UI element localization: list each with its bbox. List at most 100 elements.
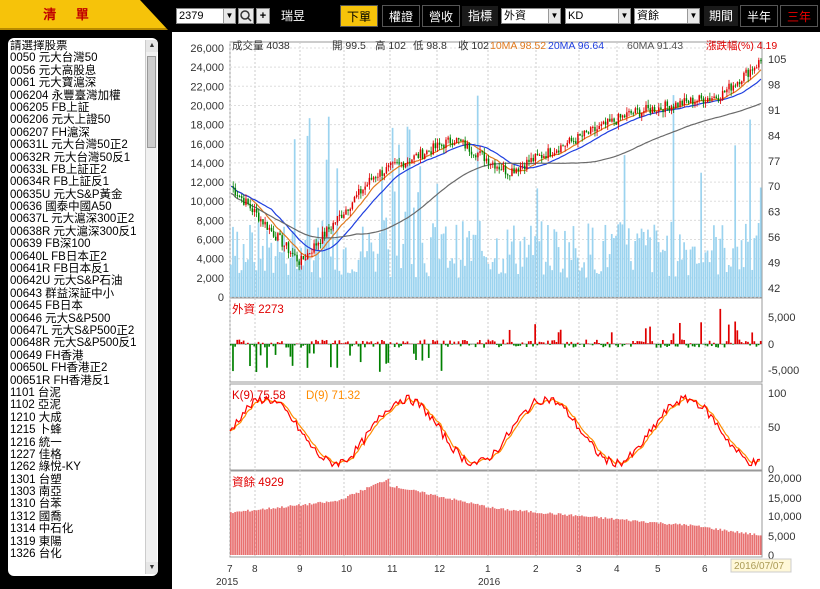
margin-bar xyxy=(547,513,549,555)
margin-bar xyxy=(310,504,313,555)
stock-list-item[interactable]: 00651R FH香港反1 xyxy=(10,375,144,387)
stock-list-item[interactable]: 006207 FH滬深 xyxy=(10,127,144,139)
volume-bar xyxy=(685,249,688,297)
stock-list-item[interactable]: 1312 國喬 xyxy=(10,511,144,523)
chart-area[interactable]: 7 8 9 10 11 12 1 2 3 4 5 6 26,000 24,000 22,000 20,000 1… xyxy=(172,32,820,589)
foreign-bar xyxy=(617,344,619,348)
margin-bar xyxy=(589,516,592,555)
stock-list-item[interactable]: 0061 元大寶滬深 xyxy=(10,77,144,89)
tab-warrant[interactable]: 權證 xyxy=(382,5,420,27)
stock-list-item[interactable]: 00646 元大S&P500 xyxy=(10,313,144,325)
candle-body xyxy=(587,132,590,134)
volume-bar xyxy=(602,240,605,297)
date-box-text: 2016/07/07 xyxy=(734,561,784,572)
period-three-year[interactable]: 三年 xyxy=(780,5,818,27)
year-2016: 2016 xyxy=(478,577,501,588)
foreign-bar xyxy=(519,344,522,346)
stock-list-item[interactable]: 1227 佳格 xyxy=(10,449,144,461)
stock-list-item[interactable]: 00650L FH香港正2 xyxy=(10,362,144,374)
margin-bar xyxy=(383,481,385,555)
candle-body xyxy=(583,130,586,137)
chevron-down-icon[interactable]: ▼ xyxy=(687,9,699,23)
volume-bar xyxy=(468,231,471,297)
margin-bar xyxy=(357,493,360,555)
stock-list-item[interactable]: 00638R 元大滬深300反1 xyxy=(10,226,144,238)
stock-list-item[interactable]: 1215 卜蜂 xyxy=(10,424,144,436)
scroll-down-arrow-icon[interactable]: ▼ xyxy=(146,562,158,574)
stock-list-item[interactable]: 00636 國泰中國A50 xyxy=(10,201,144,213)
add-icon[interactable]: + xyxy=(256,8,270,24)
stock-list-item[interactable]: 0050 元大台灣50 xyxy=(10,52,144,64)
foreign-bar xyxy=(404,342,407,344)
stock-list-item[interactable]: 請選擇股票 xyxy=(10,40,144,52)
stock-list-item[interactable]: 006205 FB上証 xyxy=(10,102,144,114)
volume-bar xyxy=(472,234,475,297)
month-tick-label: 8 xyxy=(252,564,258,575)
period-half-year[interactable]: 半年 xyxy=(740,5,778,27)
stock-list-item[interactable]: 00647L 元大S&P500正2 xyxy=(10,325,144,337)
foreign-bar xyxy=(655,344,658,348)
stock-list-item[interactable]: 00637L 元大滬深300正2 xyxy=(10,213,144,225)
stock-list-item[interactable]: 00635U 元大S&P黃金 xyxy=(10,189,144,201)
foreign-bar xyxy=(385,344,388,364)
watchlist-tab[interactable]: 清 單 xyxy=(0,0,168,30)
stock-list-item[interactable]: 00631L 元大台灣50正2 xyxy=(10,139,144,151)
stock-list-item[interactable]: 00634R FB上証反1 xyxy=(10,176,144,188)
indicator3-select[interactable]: 資餘 ▼ xyxy=(634,8,700,24)
indicator1-select[interactable]: 外資 ▼ xyxy=(501,8,561,24)
indicator2-select[interactable]: KD ▼ xyxy=(565,8,631,24)
scrollbar-thumb[interactable] xyxy=(147,56,156,148)
scroll-up-arrow-icon[interactable]: ▲ xyxy=(146,40,158,52)
volume-bar xyxy=(361,226,364,297)
stock-list-item[interactable]: 1102 亞泥 xyxy=(10,399,144,411)
candle-body xyxy=(741,81,743,85)
stock-list-item[interactable]: 1310 台苯 xyxy=(10,498,144,510)
stock-list-item[interactable]: 00641R FB日本反1 xyxy=(10,263,144,275)
margin-bar xyxy=(708,527,711,555)
stock-list-item[interactable]: 1326 台化 xyxy=(10,548,144,560)
volume-bar xyxy=(589,254,592,297)
candle-body xyxy=(521,165,524,167)
stock-list-item[interactable]: 1101 台泥 xyxy=(10,387,144,399)
foreign-bar xyxy=(434,341,436,344)
stock-list-item[interactable]: 00645 FB日本 xyxy=(10,300,144,312)
tab-revenue[interactable]: 營收 xyxy=(422,5,460,27)
chevron-down-icon[interactable]: ▼ xyxy=(223,9,235,23)
search-icon[interactable] xyxy=(238,8,254,24)
stock-list-item[interactable]: 00640L FB日本正2 xyxy=(10,251,144,263)
stock-list-item[interactable]: 00648R 元大S&P500反1 xyxy=(10,337,144,349)
stock-list-item[interactable]: 1216 統一 xyxy=(10,437,144,449)
candle-body xyxy=(549,148,552,157)
stock-list-item[interactable]: 006204 永豐臺灣加權 xyxy=(10,90,144,102)
tab-corner xyxy=(140,0,168,30)
foreign-bar xyxy=(568,344,571,346)
stock-list-item[interactable]: 1210 大成 xyxy=(10,412,144,424)
stock-list-item[interactable]: 1319 東陽 xyxy=(10,536,144,548)
chevron-down-icon[interactable]: ▼ xyxy=(618,9,630,23)
volume-tick-label: 16,000 xyxy=(190,139,224,151)
foreign-bar xyxy=(419,340,422,344)
stock-list-item[interactable]: 00649 FH香港 xyxy=(10,350,144,362)
candle-body xyxy=(466,143,469,149)
stock-list-item[interactable]: 00633L FB上証正2 xyxy=(10,164,144,176)
margin-bar xyxy=(293,505,296,555)
candle-body xyxy=(687,101,690,103)
stock-list-item[interactable]: 1303 南亞 xyxy=(10,486,144,498)
stock-list-item[interactable]: 006206 元大上證50 xyxy=(10,114,144,126)
stock-list-scrollbar[interactable]: ▲ ▼ xyxy=(145,40,158,574)
stock-list-item[interactable]: 00632R 元大台灣50反1 xyxy=(10,152,144,164)
stock-list-item[interactable]: 1262 綠悅-KY xyxy=(10,461,144,473)
stock-list-item[interactable]: 00639 FB深100 xyxy=(10,238,144,250)
stock-code-combo[interactable]: 2379 ▼ xyxy=(176,8,236,24)
stock-list-item[interactable]: 1314 中石化 xyxy=(10,523,144,535)
margin-bar xyxy=(430,493,432,555)
chevron-down-icon[interactable]: ▼ xyxy=(548,9,560,23)
stock-list-item[interactable]: 00643 群益深証中小 xyxy=(10,288,144,300)
stock-list-item[interactable]: 1301 台塑 xyxy=(10,474,144,486)
stock-list-item[interactable]: 00642U 元大S&P石油 xyxy=(10,275,144,287)
candle-body xyxy=(340,214,343,218)
tab-order[interactable]: 下單 xyxy=(340,5,378,27)
candle-body xyxy=(685,98,688,102)
stock-chart-svg[interactable]: 7 8 9 10 11 12 1 2 3 4 5 626,00024,00022,00020,0001… xyxy=(172,32,820,589)
stock-list-item[interactable]: 0056 元大高股息 xyxy=(10,65,144,77)
